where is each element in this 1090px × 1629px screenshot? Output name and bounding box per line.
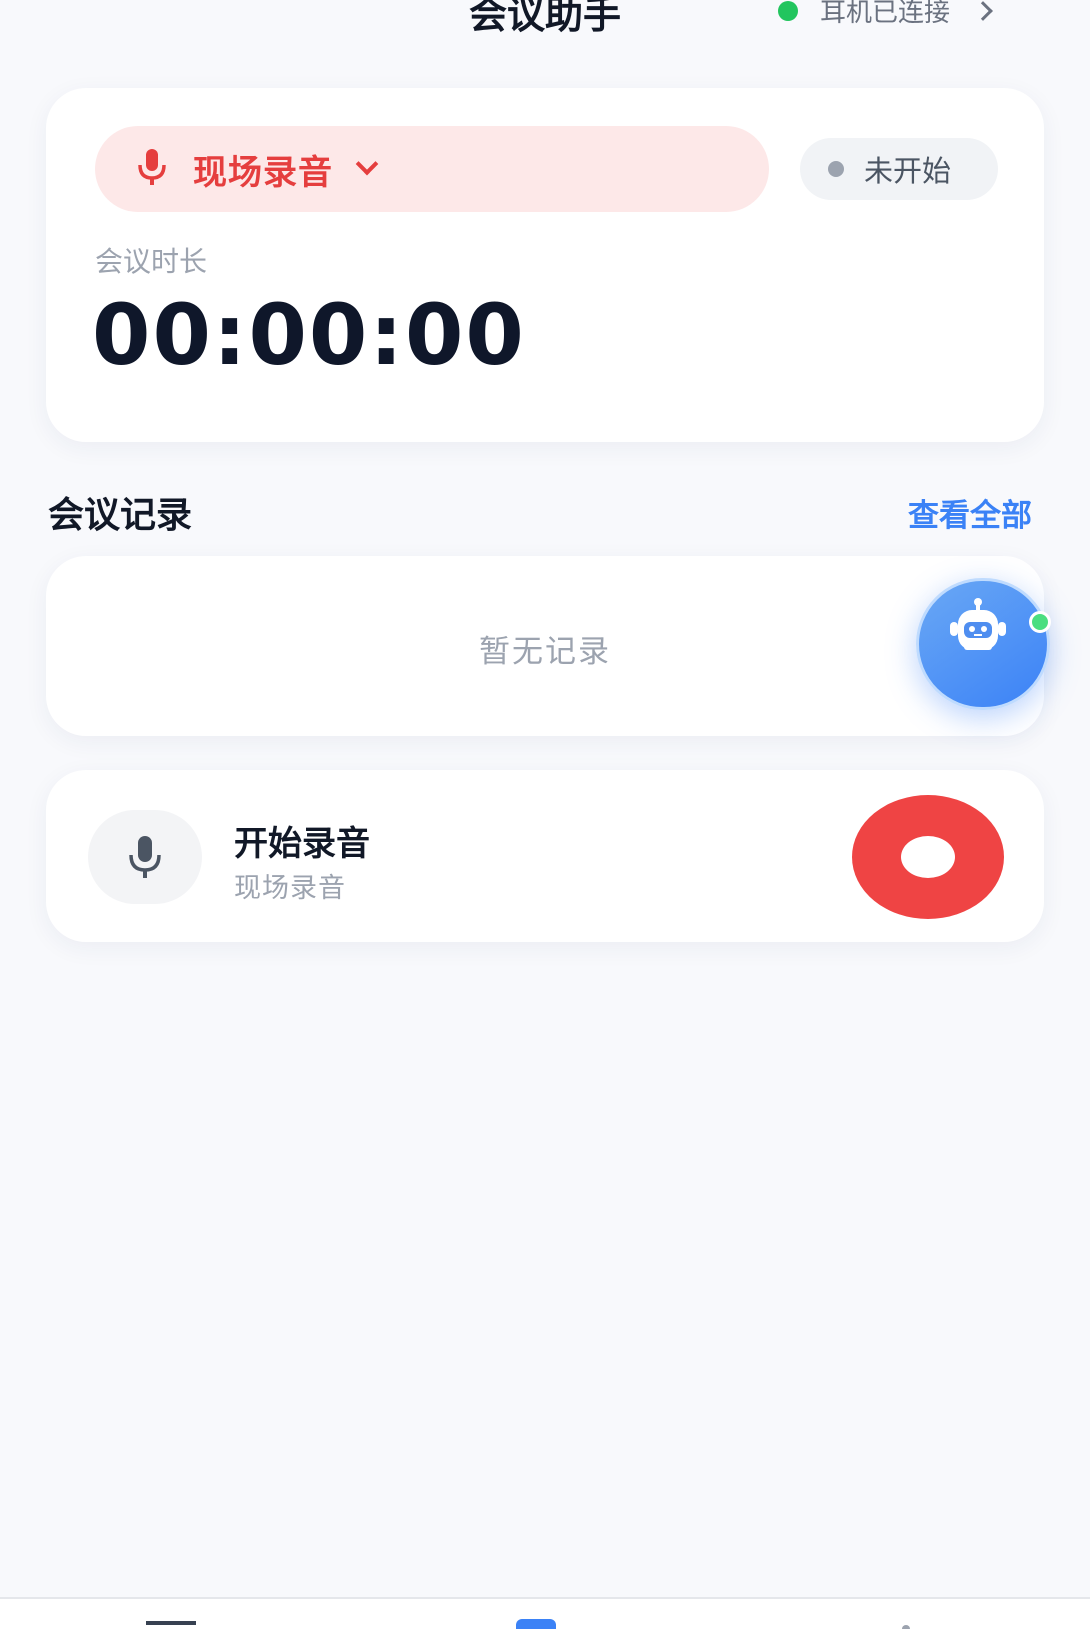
chevron-right-icon [973, 0, 993, 21]
status-badge: 未开始 [800, 138, 998, 200]
duration-label: 会议时长 [95, 245, 208, 278]
headset-connection-status[interactable]: 耳机已连接 [777, 0, 993, 29]
empty-records-text: 暂无记录 [479, 634, 611, 670]
start-recording-card[interactable]: 开始录音 现场录音 [46, 770, 1044, 942]
chevron-down-icon [355, 152, 379, 176]
app-header: 会议助手 耳机已连接 [0, 0, 1090, 60]
status-dot-icon [828, 161, 844, 177]
online-badge [1029, 611, 1051, 633]
records-section-title: 会议记录 [48, 495, 193, 536]
robot-icon [950, 598, 1006, 650]
start-recording-title: 开始录音 [234, 824, 370, 864]
ai-assistant-button[interactable] [916, 578, 1051, 710]
record-dot-icon [901, 836, 955, 878]
tab-meeting-icon[interactable] [516, 1619, 556, 1629]
recording-mode-label: 现场录音 [193, 152, 333, 193]
tab-profile-icon[interactable] [902, 1625, 910, 1629]
duration-timer: 00:00:00 [92, 286, 526, 384]
microphone-icon [137, 149, 167, 189]
status-label: 未开始 [864, 154, 952, 188]
records-card: 暂无记录 [46, 556, 1044, 736]
microphone-icon-circle [88, 810, 202, 904]
connection-label: 耳机已连接 [819, 0, 950, 28]
connected-dot-icon [777, 0, 798, 21]
tab-home-icon[interactable] [146, 1621, 196, 1629]
view-all-link[interactable]: 查看全部 [908, 490, 1032, 535]
record-button[interactable] [852, 795, 1004, 919]
start-recording-subtitle: 现场录音 [234, 873, 346, 904]
recording-mode-selector[interactable]: 现场录音 [95, 126, 769, 212]
microphone-icon [129, 836, 161, 878]
bottom-tab-bar [0, 1597, 1090, 1629]
session-card: 现场录音 未开始 会议时长 00:00:00 [46, 88, 1044, 442]
